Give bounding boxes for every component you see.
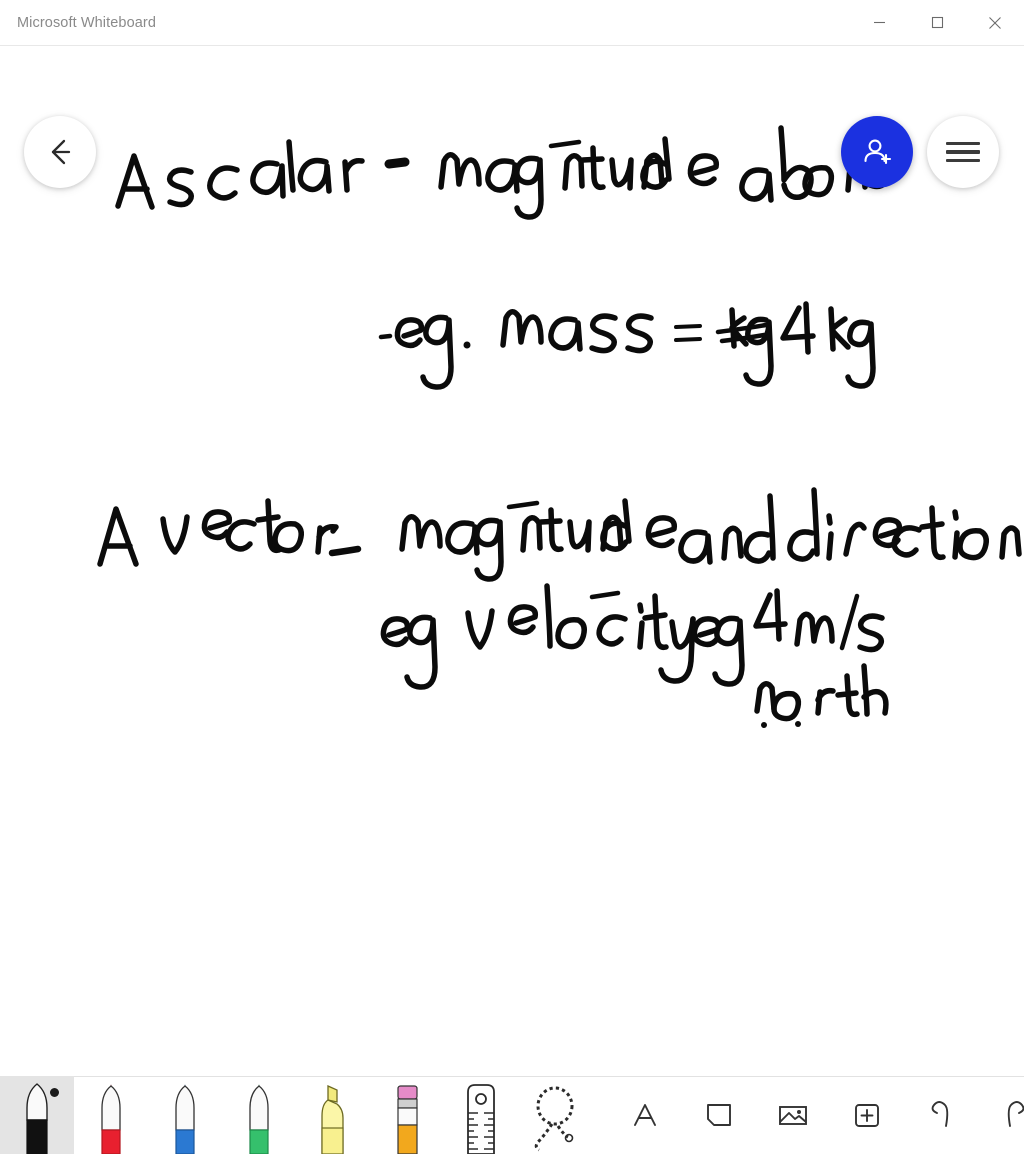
image-icon [779, 1106, 807, 1125]
tool-highlighter[interactable] [296, 1076, 370, 1154]
whiteboard-canvas[interactable]: A scalar • magnitude alone .eg. mass = k… [0, 46, 1024, 1076]
ink-strokes [97, 125, 1022, 728]
tool-ruler[interactable] [444, 1076, 518, 1154]
pen-icon [175, 1084, 195, 1154]
sticky-note-icon [707, 1104, 731, 1126]
app-title: Microsoft Whiteboard [17, 14, 156, 31]
selected-indicator-dot [50, 1088, 59, 1097]
tool-redo[interactable] [978, 1076, 1024, 1154]
eraser-icon [397, 1085, 418, 1154]
redo-arrow-icon [1007, 1101, 1024, 1127]
whiteboard-app: Microsoft Whiteboard [0, 0, 1024, 1154]
ruler-icon [467, 1084, 495, 1154]
tool-note[interactable] [682, 1076, 756, 1154]
share-button[interactable] [841, 116, 913, 188]
tool-insert[interactable] [830, 1076, 904, 1154]
tool-image[interactable] [756, 1076, 830, 1154]
minimize-button[interactable] [850, 0, 908, 45]
person-add-icon [864, 139, 892, 165]
tool-text[interactable] [608, 1076, 682, 1154]
tool-pen-black[interactable] [0, 1076, 74, 1154]
maximize-button[interactable] [908, 0, 966, 45]
hamburger-menu-icon [946, 137, 980, 168]
plus-box-icon [855, 1104, 879, 1127]
tool-pen-red[interactable] [74, 1076, 148, 1154]
highlighter-icon [321, 1084, 344, 1154]
tool-lasso-select[interactable] [518, 1076, 592, 1154]
menu-button[interactable] [927, 116, 999, 188]
window-controls [850, 0, 1024, 45]
undo-arrow-icon [931, 1101, 949, 1127]
pen-icon [101, 1084, 121, 1154]
text-a-icon [634, 1104, 656, 1126]
tool-pen-green[interactable] [222, 1076, 296, 1154]
tool-eraser[interactable] [370, 1076, 444, 1154]
tool-undo[interactable] [904, 1076, 978, 1154]
tool-pen-blue[interactable] [148, 1076, 222, 1154]
back-button[interactable] [24, 116, 96, 188]
tool-toolbar [0, 1076, 1024, 1154]
arrow-left-icon [51, 139, 71, 165]
lasso-icon [534, 1086, 574, 1152]
close-button[interactable] [966, 0, 1024, 45]
title-bar: Microsoft Whiteboard [0, 0, 1024, 46]
pen-icon [249, 1084, 269, 1154]
